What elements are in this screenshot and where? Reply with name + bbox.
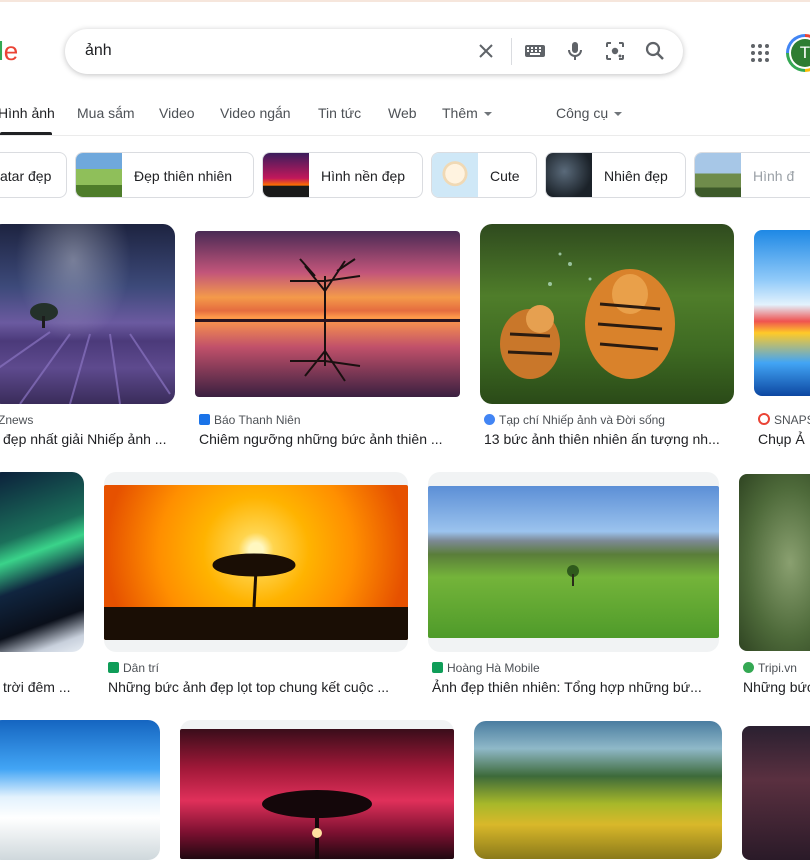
tab-shopping[interactable]: Mua sắm bbox=[77, 105, 135, 121]
result-image[interactable] bbox=[739, 474, 810, 651]
result-title[interactable]: trời đêm ... bbox=[3, 679, 83, 695]
chip-thumbnail bbox=[76, 153, 122, 197]
apps-grid-icon[interactable] bbox=[750, 43, 770, 63]
result-image[interactable] bbox=[480, 224, 734, 404]
chip-avatar[interactable]: atar đẹp bbox=[0, 152, 67, 198]
result-image[interactable] bbox=[474, 721, 722, 859]
tabs-divider bbox=[0, 135, 810, 136]
microphone-icon[interactable] bbox=[564, 40, 586, 62]
tab-short-videos[interactable]: Video ngắn bbox=[220, 105, 291, 121]
tab-tools[interactable]: Công cụ bbox=[556, 105, 623, 121]
chip-nature-beauty[interactable]: Nhiên đẹp bbox=[545, 152, 686, 198]
chip-thumbnail bbox=[695, 153, 741, 197]
result-image[interactable] bbox=[104, 485, 408, 640]
chip-thumbnail bbox=[432, 153, 478, 197]
chip-images-more[interactable]: Hình đ bbox=[694, 152, 810, 198]
result-title[interactable]: Những bức bbox=[743, 679, 810, 695]
result-image[interactable] bbox=[180, 729, 454, 859]
source-favicon bbox=[199, 414, 210, 425]
source-favicon bbox=[484, 414, 495, 425]
result-title[interactable]: 13 bức ảnh thiên nhiên ấn tượng nh... bbox=[484, 431, 734, 447]
source-favicon bbox=[432, 662, 443, 673]
top-border bbox=[0, 0, 810, 2]
chip-nature[interactable]: Đẹp thiên nhiên bbox=[75, 152, 254, 198]
search-divider bbox=[511, 38, 512, 65]
search-input[interactable]: ảnh bbox=[85, 42, 112, 60]
tab-web[interactable]: Web bbox=[388, 105, 417, 121]
result-image[interactable] bbox=[754, 230, 810, 396]
source-favicon bbox=[108, 662, 119, 673]
source-favicon bbox=[743, 662, 754, 673]
result-image[interactable] bbox=[0, 720, 160, 860]
result-source: Dân trí bbox=[108, 661, 159, 675]
result-source: SNAPS bbox=[758, 413, 810, 427]
search-box[interactable]: ảnh bbox=[65, 29, 683, 74]
result-title[interactable]: Chiêm ngưỡng những bức ảnh thiên ... bbox=[199, 431, 459, 447]
result-image[interactable] bbox=[428, 486, 719, 638]
search-tabs: Hình ảnh Mua sắm Video Video ngắn Tin tứ… bbox=[0, 105, 810, 135]
chip-thumbnail bbox=[546, 153, 592, 197]
result-source: Tripi.vn bbox=[743, 661, 797, 675]
chip-wallpaper[interactable]: Hình nền đẹp bbox=[262, 152, 423, 198]
chip-cute[interactable]: Cute bbox=[431, 152, 537, 198]
result-source: Báo Thanh Niên bbox=[199, 413, 301, 427]
result-title[interactable]: Chụp Ả bbox=[758, 431, 810, 447]
chevron-down-icon bbox=[614, 112, 623, 117]
result-title[interactable]: Ảnh đẹp thiên nhiên: Tổng hợp những bứ..… bbox=[432, 679, 717, 695]
result-image[interactable] bbox=[195, 231, 460, 397]
chevron-down-icon bbox=[483, 112, 492, 117]
result-source: Tạp chí Nhiếp ảnh và Đời sống bbox=[484, 413, 665, 427]
result-title[interactable]: Những bức ảnh đẹp lọt top chung kết cuộc… bbox=[108, 679, 404, 695]
tab-more[interactable]: Thêm bbox=[442, 105, 492, 121]
result-image[interactable] bbox=[0, 224, 175, 404]
source-favicon bbox=[758, 413, 770, 425]
chip-thumbnail bbox=[263, 153, 309, 197]
camera-lens-icon[interactable] bbox=[604, 40, 626, 62]
result-image[interactable] bbox=[0, 472, 84, 652]
keyboard-icon[interactable] bbox=[524, 40, 546, 62]
close-icon[interactable] bbox=[475, 40, 497, 62]
result-source: Hoàng Hà Mobile bbox=[432, 661, 540, 675]
result-image[interactable] bbox=[742, 726, 810, 860]
result-title[interactable]: đẹp nhất giải Nhiếp ảnh ... bbox=[3, 431, 175, 447]
result-source: Znews bbox=[0, 413, 34, 427]
tab-news[interactable]: Tin tức bbox=[318, 105, 361, 121]
tab-images[interactable]: Hình ảnh bbox=[0, 105, 55, 121]
tab-video[interactable]: Video bbox=[159, 105, 195, 121]
account-avatar[interactable]: T bbox=[786, 34, 810, 72]
google-logo[interactable]: le bbox=[0, 36, 18, 67]
search-icon[interactable] bbox=[644, 40, 666, 62]
